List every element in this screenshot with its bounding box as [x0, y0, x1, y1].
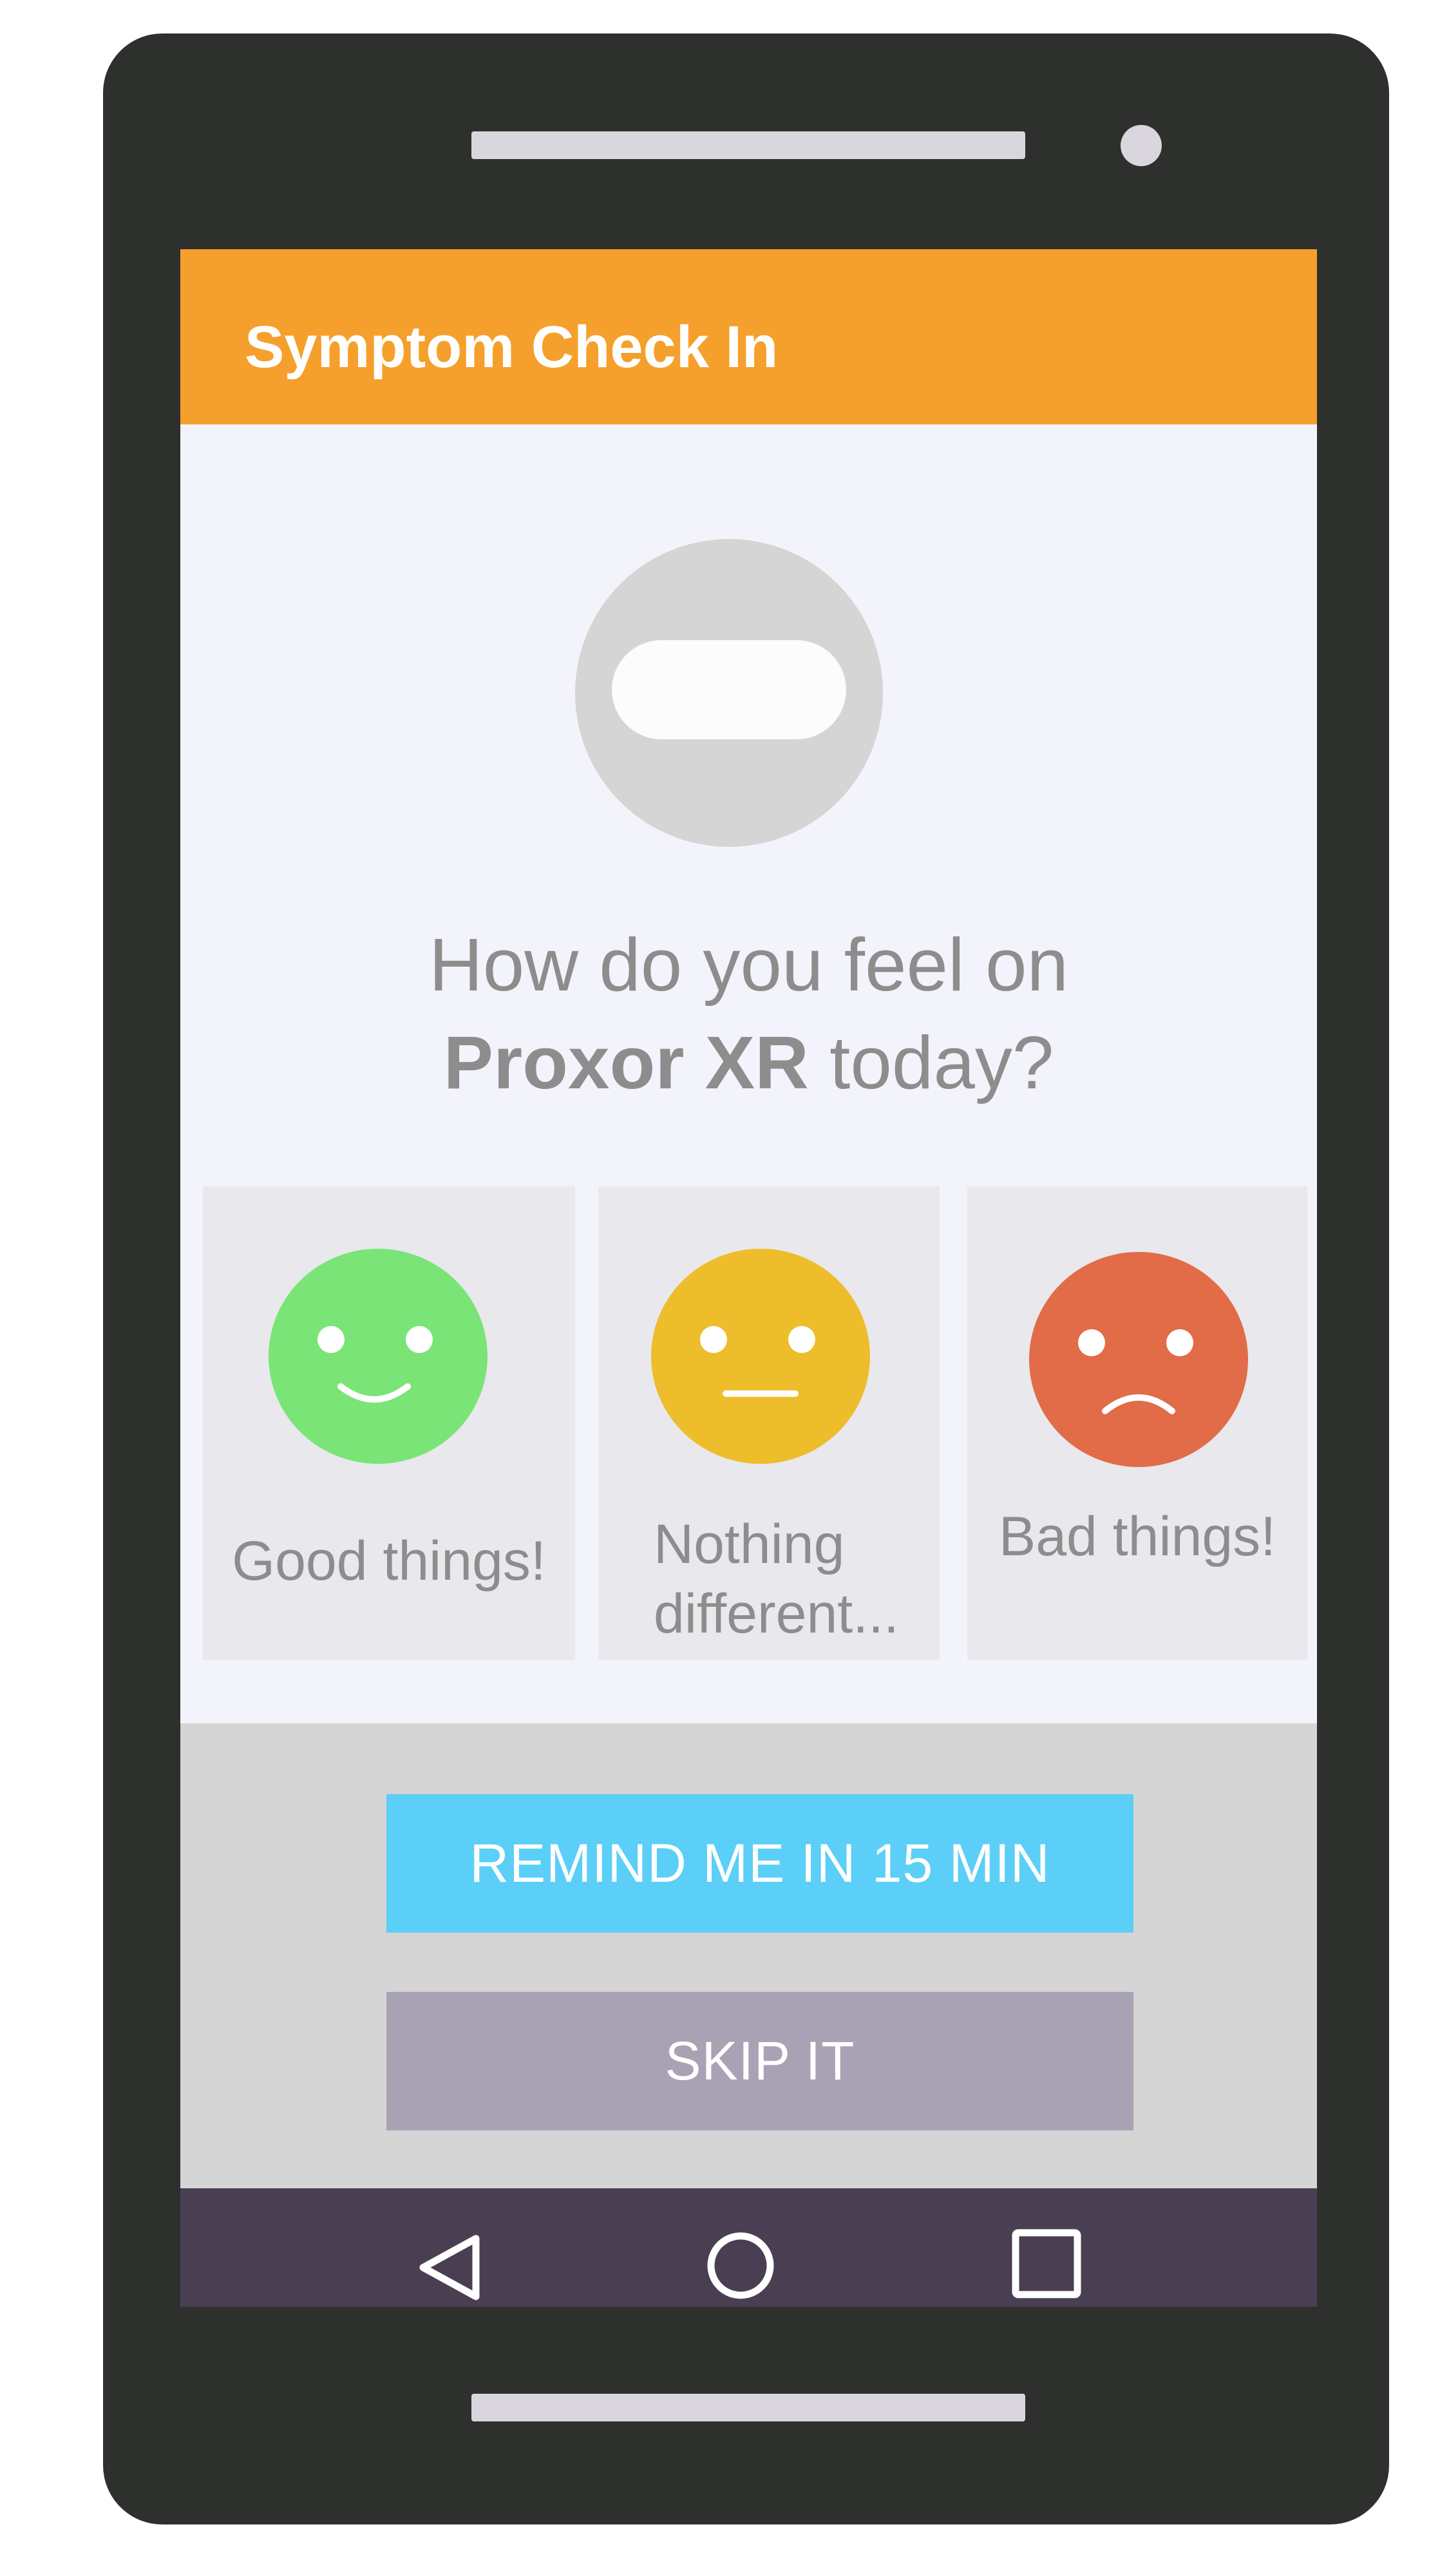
right-eye: [1166, 1329, 1193, 1356]
option-label: Good things!: [232, 1530, 546, 1592]
left-eye: [317, 1326, 345, 1353]
drug-name: Proxor XR: [443, 1021, 809, 1104]
option-bad-things[interactable]: Bad things!: [967, 1186, 1307, 1660]
option-label: Bad things!: [998, 1506, 1276, 1567]
app-title: Symptom Check In: [245, 314, 779, 380]
home-icon[interactable]: [705, 2230, 777, 2302]
left-eye: [700, 1326, 727, 1353]
question-line-1: How do you feel on: [428, 923, 1069, 1007]
smiley-sad-icon: [1029, 1252, 1248, 1467]
option-nothing-different[interactable]: Nothing different...: [598, 1186, 940, 1660]
pill-icon: [575, 539, 883, 847]
app-bar: Symptom Check In: [180, 249, 1317, 424]
phone-frame: Symptom Check In How do you feel on Prox…: [103, 33, 1389, 2524]
action-area: REMIND ME IN 15 MIN SKIP IT: [180, 1723, 1317, 2188]
right-eye: [406, 1326, 433, 1353]
bottom-speaker: [471, 2394, 1025, 2421]
pill-shape: [612, 640, 846, 739]
left-eye: [1078, 1329, 1105, 1356]
back-icon[interactable]: [414, 2232, 485, 2303]
question-suffix: today?: [808, 1021, 1054, 1104]
smiley-happy-icon: [269, 1249, 488, 1464]
app-screen: Symptom Check In How do you feel on Prox…: [180, 249, 1317, 2307]
remind-button[interactable]: REMIND ME IN 15 MIN: [386, 1794, 1133, 1933]
recents-icon[interactable]: [1010, 2228, 1083, 2300]
frown-mouth: [1102, 1394, 1175, 1414]
question-text: How do you feel on Proxor XR today?: [180, 916, 1317, 1112]
front-camera: [1121, 125, 1162, 166]
system-nav-bar: [180, 2188, 1317, 2307]
smiley-neutral-icon: [651, 1249, 870, 1464]
smile-mouth: [337, 1383, 411, 1403]
option-good-things[interactable]: Good things!: [203, 1186, 575, 1660]
neutral-mouth: [723, 1390, 799, 1397]
option-label: Nothing different...: [654, 1513, 899, 1645]
skip-button[interactable]: SKIP IT: [386, 1992, 1133, 2130]
top-speaker: [471, 131, 1025, 159]
right-eye: [788, 1326, 815, 1353]
question-line-2: Proxor XR today?: [180, 1014, 1317, 1112]
